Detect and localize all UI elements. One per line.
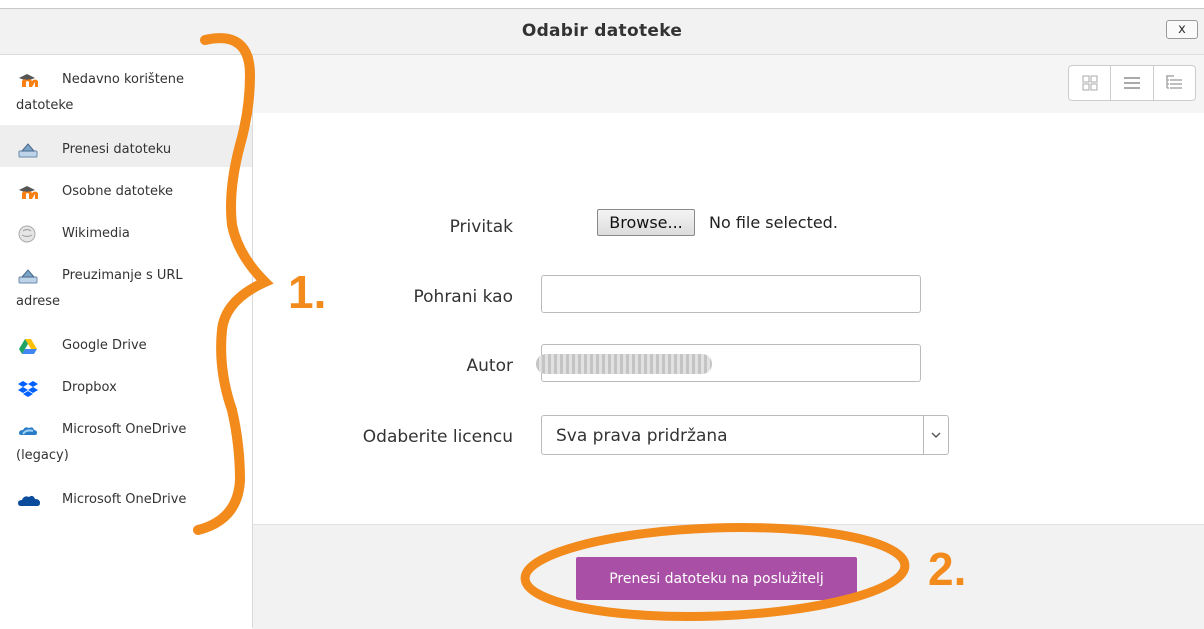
view-mode-switcher [1068, 65, 1196, 101]
attachment-label: Privitak [449, 217, 513, 237]
tree-icon [1166, 75, 1183, 89]
author-label: Autor [466, 356, 513, 376]
upload-icon [18, 140, 48, 160]
save-as-label: Pohrani kao [413, 287, 514, 307]
list-icon [1123, 77, 1140, 89]
sidebar-item-wikimedia[interactable]: Wikimedia [0, 209, 252, 251]
sidebar-item-google-drive[interactable]: Google Drive [0, 321, 252, 363]
close-icon: x [1178, 22, 1186, 37]
no-file-text: No file selected. [709, 213, 838, 232]
sidebar-item-url-download[interactable]: Preuzimanje s URL adrese [0, 251, 252, 321]
upload-form: Privitak Browse... No file selected. Poh… [253, 113, 1204, 524]
grid-icon [1082, 75, 1098, 91]
dropbox-icon [18, 378, 48, 398]
close-button[interactable]: x [1166, 20, 1198, 39]
sidebar-item-onedrive[interactable]: Microsoft OneDrive [0, 475, 252, 517]
repository-sidebar: Nedavno korištene datoteke Prenesi datot… [0, 55, 253, 628]
upload-file-button[interactable]: Prenesi datoteku na poslužitelj [576, 557, 857, 600]
sidebar-item-dropbox[interactable]: Dropbox [0, 363, 252, 405]
sidebar-item-label-cont: datoteke [16, 98, 74, 113]
license-label: Odaberite licencu [362, 427, 513, 447]
file-toolbar [253, 55, 1204, 114]
license-select[interactable]: Sva prava pridržana [541, 415, 949, 455]
view-list-button[interactable] [1111, 66, 1154, 100]
dialog-titlebar: Odabir datoteke x [0, 9, 1204, 55]
sidebar-item-onedrive-legacy[interactable]: Microsoft OneDrive (legacy) [0, 405, 252, 475]
sidebar-item-upload-file[interactable]: Prenesi datoteku [0, 125, 252, 167]
author-input[interactable] [536, 344, 921, 382]
onedrive-icon [18, 490, 48, 510]
view-tree-button[interactable] [1154, 66, 1195, 100]
wikimedia-icon [18, 224, 48, 244]
google-drive-icon [18, 336, 48, 356]
redacted-author-value [536, 354, 712, 374]
chevron-down-icon [923, 416, 948, 454]
sidebar-item-label-cont: adrese [16, 294, 61, 309]
view-icons-button[interactable] [1069, 66, 1112, 100]
dialog-footer: Prenesi datoteku na poslužitelj [253, 524, 1204, 629]
license-selected-value: Sva prava pridržana [556, 426, 728, 446]
url-download-icon [18, 266, 48, 286]
browse-button[interactable]: Browse... [597, 209, 695, 236]
sidebar-item-recent-files[interactable]: Nedavno korištene datoteke [0, 55, 252, 125]
sidebar-item-label-cont: (legacy) [16, 448, 69, 463]
onedrive-legacy-icon [18, 420, 48, 440]
moodle-icon [18, 182, 48, 202]
sidebar-item-private-files[interactable]: Osobne datoteke [0, 167, 252, 209]
file-picker-dialog: Odabir datoteke x Nedavno korištene dato… [0, 8, 1204, 629]
dialog-title: Odabir datoteke [521, 21, 683, 41]
moodle-icon [18, 70, 48, 90]
save-as-input[interactable] [541, 275, 921, 313]
